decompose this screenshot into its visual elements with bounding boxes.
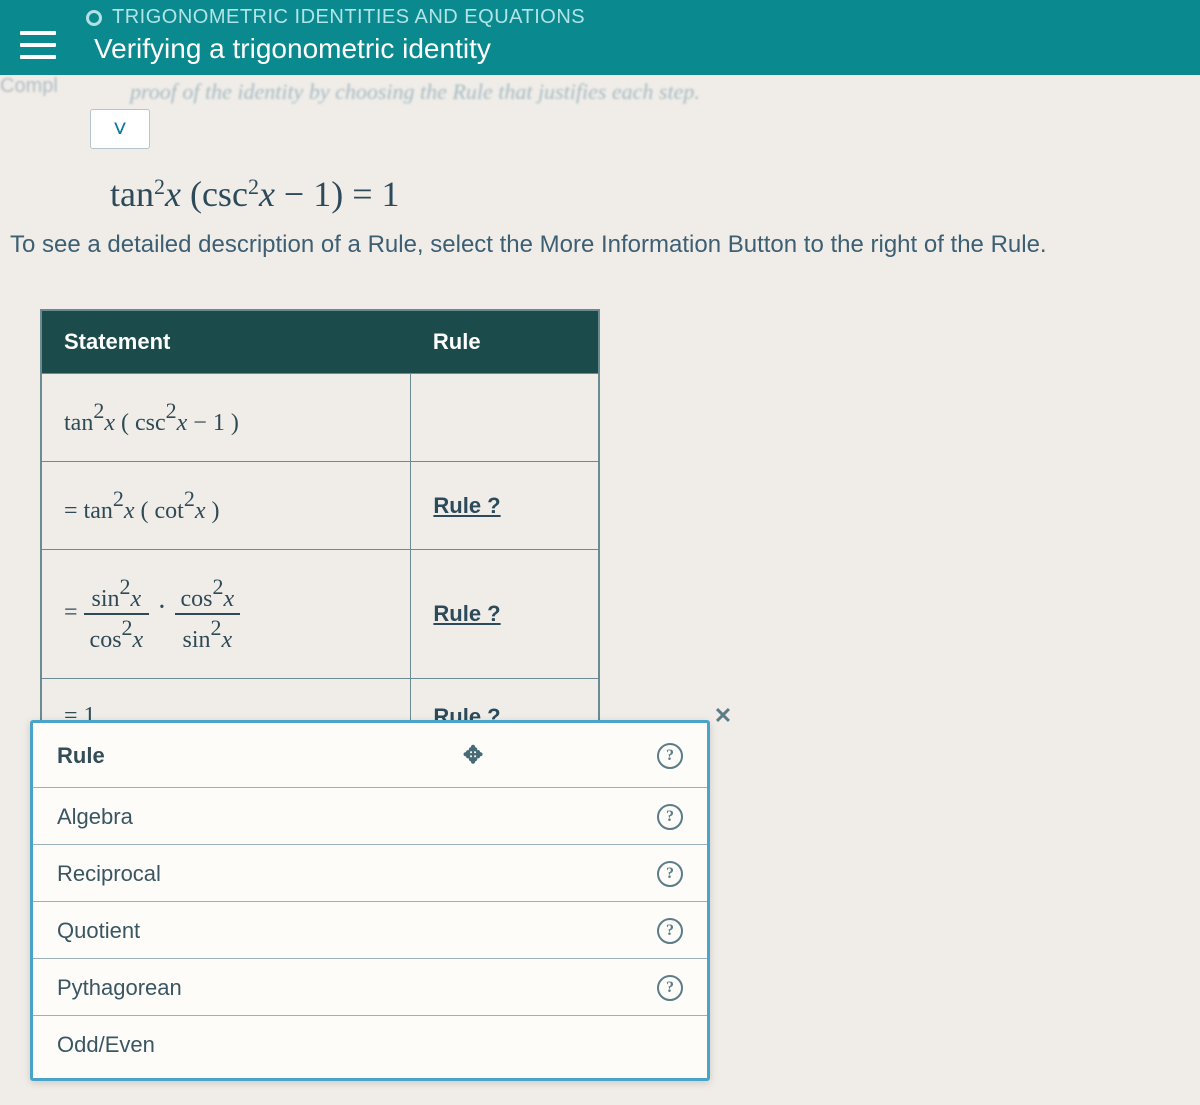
col-rule: Rule [411,310,599,374]
rule-option-label: Reciprocal [57,861,161,887]
breadcrumb: TRIGONOMETRIC IDENTITIES AND EQUATIONS [112,6,585,29]
table-row: = sin2xcos2x·cos2xsin2x Rule ? [41,550,599,679]
popup-title: Rule [57,743,105,769]
rule-select[interactable]: Rule ? [411,550,599,679]
rule-popup: ✕ Rule ✥ ? Algebra ? Reciprocal ? Quotie… [30,720,710,1081]
move-icon[interactable]: ✥ [463,741,483,770]
rule-option-algebra[interactable]: Algebra ? [33,787,707,844]
info-icon[interactable]: ? [657,861,683,887]
rule-option-quotient[interactable]: Quotient ? [33,901,707,958]
rule-option-label: Odd/Even [57,1032,155,1058]
rule-option-oddeven[interactable]: Odd/Even [33,1015,707,1072]
statement-cell: = tan2x ( cot2x ) [41,462,411,550]
popup-title-row: Rule ✥ ? [33,723,707,787]
identity-equation: tan2x (csc2x − 1) = 1 [0,169,1200,225]
app-header: TRIGONOMETRIC IDENTITIES AND EQUATIONS V… [0,0,1200,75]
statement-cell: tan2x ( csc2x − 1 ) [41,374,411,462]
chevron-down-icon: ˅ [113,116,127,143]
close-icon[interactable]: ✕ [709,703,737,731]
rule-option-pythagorean[interactable]: Pythagorean ? [33,958,707,1015]
info-icon[interactable]: ? [657,743,683,769]
page-title: Verifying a trigonometric identity [94,33,585,65]
info-icon[interactable]: ? [657,918,683,944]
proof-table: Statement Rule tan2x ( csc2x − 1 ) = tan… [40,309,600,756]
statement-cell: = sin2xcos2x·cos2xsin2x [41,550,411,679]
menu-icon[interactable] [20,31,56,59]
rule-option-label: Pythagorean [57,975,182,1001]
table-row: tan2x ( csc2x − 1 ) [41,374,599,462]
rule-option-label: Quotient [57,918,140,944]
info-icon[interactable]: ? [657,804,683,830]
rule-option-reciprocal[interactable]: Reciprocal ? [33,844,707,901]
info-icon[interactable]: ? [657,975,683,1001]
step-dropdown[interactable]: ˅ [90,109,150,149]
rule-select[interactable]: Rule ? [411,462,599,550]
instruction-partial: Compl proof of the identity by choosing … [0,75,1200,169]
header-titles: TRIGONOMETRIC IDENTITIES AND EQUATIONS V… [86,6,585,65]
rule-cell-empty [411,374,599,462]
rule-instruction: To see a detailed description of a Rule,… [0,225,1200,309]
rule-option-label: Algebra [57,804,133,830]
truncated-instruction: proof of the identity by choosing the Ru… [10,79,1190,105]
col-statement: Statement [41,310,411,374]
table-header-row: Statement Rule [41,310,599,374]
table-row: = tan2x ( cot2x ) Rule ? [41,462,599,550]
breadcrumb-bullet-icon [86,10,102,26]
